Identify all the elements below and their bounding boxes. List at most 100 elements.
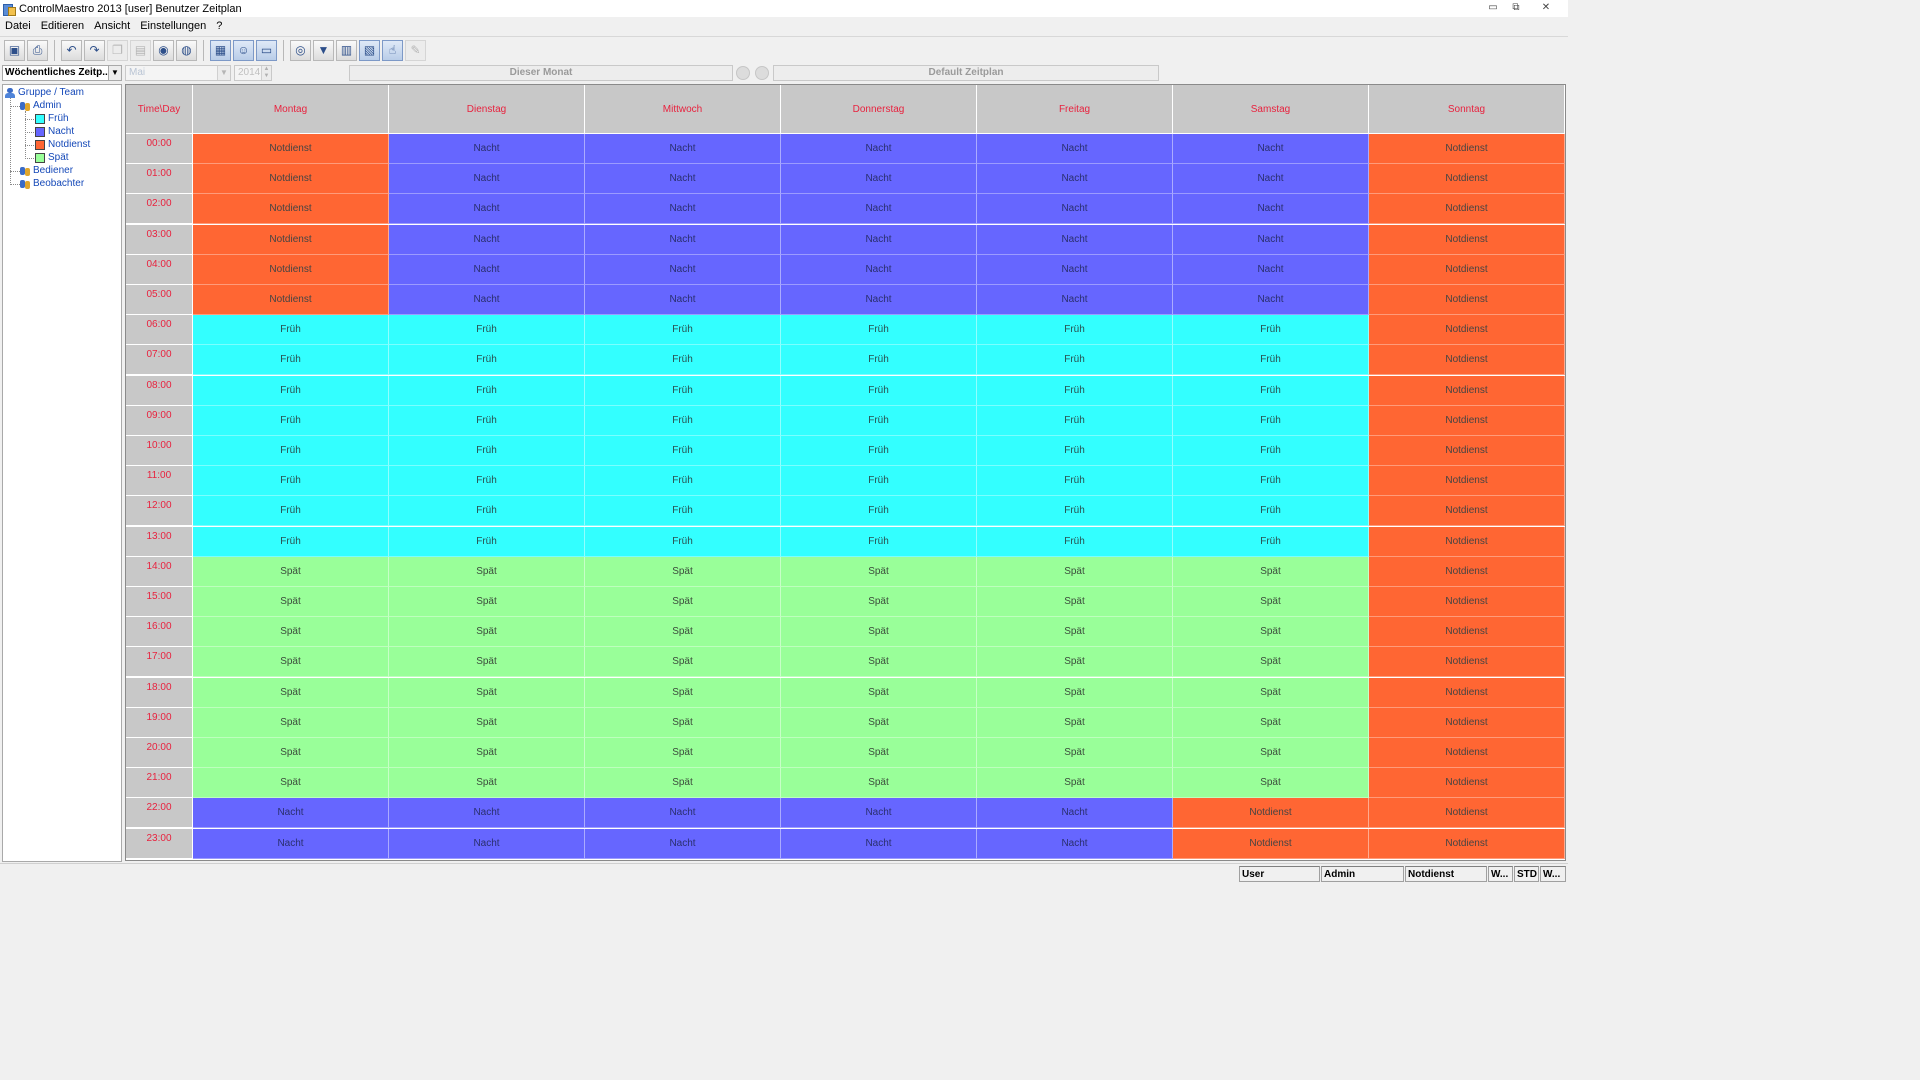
schedule-cell[interactable]: Notdienst bbox=[193, 164, 389, 195]
schedule-cell[interactable]: Früh bbox=[585, 466, 781, 497]
schedule-cell[interactable]: Nacht bbox=[977, 798, 1173, 829]
schedule-cell[interactable]: Spät bbox=[781, 587, 977, 617]
schedule-cell[interactable]: Spät bbox=[585, 677, 781, 708]
schedule-cell[interactable]: Früh bbox=[977, 466, 1173, 497]
schedule-cell[interactable]: Spät bbox=[781, 738, 977, 768]
schedule-cell[interactable]: Früh bbox=[977, 526, 1173, 557]
schedule-cell[interactable]: Früh bbox=[781, 375, 977, 406]
schedule-cell[interactable]: Nacht bbox=[1173, 164, 1369, 195]
chevron-down-icon[interactable]: ▼ bbox=[108, 66, 121, 80]
schedule-cell[interactable]: Früh bbox=[1173, 345, 1369, 376]
schedule-cell[interactable]: Nacht bbox=[781, 194, 977, 225]
schedule-cell[interactable]: Nacht bbox=[977, 224, 1173, 255]
default-schedule-button[interactable]: Default Zeitplan bbox=[773, 65, 1159, 81]
schedule-cell[interactable]: Notdienst bbox=[1173, 828, 1369, 859]
schedule-cell[interactable]: Früh bbox=[193, 526, 389, 557]
pen-button[interactable]: ✎ bbox=[405, 39, 426, 61]
schedule-cell[interactable]: Nacht bbox=[193, 798, 389, 829]
filter-button[interactable]: ▼ bbox=[313, 39, 334, 61]
schedule-cell[interactable]: Nacht bbox=[585, 828, 781, 859]
schedule-cell[interactable]: Spät bbox=[1173, 647, 1369, 678]
schedule-cell[interactable]: Notdienst bbox=[1369, 647, 1565, 678]
schedule-cell[interactable]: Spät bbox=[977, 707, 1173, 738]
tree-root[interactable]: Gruppe / Team bbox=[5, 86, 84, 99]
schedule-cell[interactable]: Notdienst bbox=[1369, 798, 1565, 829]
schedule-cell[interactable]: Früh bbox=[389, 466, 585, 497]
schedule-cell[interactable]: Spät bbox=[781, 707, 977, 738]
schedule-cell[interactable]: Früh bbox=[1173, 496, 1369, 527]
schedule-cell[interactable]: Spät bbox=[977, 738, 1173, 768]
schedule-cell[interactable]: Nacht bbox=[585, 164, 781, 195]
tree-item-notdienst[interactable]: Notdienst bbox=[35, 138, 90, 151]
schedule-cell[interactable]: Spät bbox=[1173, 738, 1369, 768]
print-button[interactable]: ⎙ bbox=[27, 39, 48, 61]
schedule-cell[interactable]: Früh bbox=[977, 375, 1173, 406]
schedule-cell[interactable]: Früh bbox=[1173, 375, 1369, 406]
schedule-cell[interactable]: Nacht bbox=[781, 164, 977, 195]
schedule-cell[interactable]: Spät bbox=[781, 677, 977, 708]
schedule-cell[interactable]: Notdienst bbox=[1369, 254, 1565, 285]
schedule-cell[interactable]: Spät bbox=[389, 677, 585, 708]
globe-button[interactable]: ◎ bbox=[290, 39, 311, 61]
schedule-cell[interactable]: Nacht bbox=[1173, 254, 1369, 285]
schedule-cell[interactable]: Nacht bbox=[585, 798, 781, 829]
schedule-cell[interactable]: Früh bbox=[1173, 436, 1369, 466]
schedule-cell[interactable]: Notdienst bbox=[1369, 768, 1565, 799]
tree-item-nacht[interactable]: Nacht bbox=[35, 125, 74, 138]
tree-item-frueh[interactable]: Früh bbox=[35, 112, 69, 125]
schedule-cell[interactable]: Notdienst bbox=[193, 134, 389, 164]
schedule-cell[interactable]: Spät bbox=[977, 617, 1173, 648]
menu-datei[interactable]: Datei bbox=[0, 18, 36, 35]
schedule-cell[interactable]: Spät bbox=[781, 647, 977, 678]
schedule-cell[interactable]: Nacht bbox=[977, 285, 1173, 315]
schedule-cell[interactable]: Spät bbox=[781, 556, 977, 587]
schedule-cell[interactable]: Früh bbox=[389, 405, 585, 436]
previous-icon[interactable] bbox=[736, 66, 750, 80]
schedule-cell[interactable]: Nacht bbox=[977, 828, 1173, 859]
schedule-cell[interactable]: Früh bbox=[193, 496, 389, 527]
schedule-cell[interactable]: Nacht bbox=[389, 134, 585, 164]
schedule-cell[interactable]: Notdienst bbox=[193, 194, 389, 225]
schedule-cell[interactable]: Früh bbox=[389, 436, 585, 466]
menu-editieren[interactable]: Editieren bbox=[36, 18, 89, 35]
schedule-cell[interactable]: Früh bbox=[781, 345, 977, 376]
schedule-cell[interactable]: Spät bbox=[1173, 768, 1369, 799]
schedule-cell[interactable]: Spät bbox=[389, 587, 585, 617]
schedule-cell[interactable]: Spät bbox=[977, 768, 1173, 799]
schedule-cell[interactable]: Früh bbox=[781, 405, 977, 436]
schedule-cell[interactable]: Früh bbox=[977, 405, 1173, 436]
schedule-cell[interactable]: Spät bbox=[193, 587, 389, 617]
schedule-cell[interactable]: Notdienst bbox=[193, 285, 389, 315]
schedule-cell[interactable]: Notdienst bbox=[1369, 375, 1565, 406]
schedule-cell[interactable]: Spät bbox=[389, 738, 585, 768]
schedule-cell[interactable]: Früh bbox=[781, 315, 977, 346]
schedule-cell[interactable]: Nacht bbox=[977, 134, 1173, 164]
schedule-cell[interactable]: Notdienst bbox=[1369, 526, 1565, 557]
schedule-cell[interactable]: Früh bbox=[193, 436, 389, 466]
schedule-cell[interactable]: Früh bbox=[585, 496, 781, 527]
next-icon[interactable] bbox=[755, 66, 769, 80]
schedule-cell[interactable]: Spät bbox=[193, 768, 389, 799]
schedule-cell[interactable]: Früh bbox=[1173, 466, 1369, 497]
schedule-cell[interactable]: Spät bbox=[781, 617, 977, 648]
schedule-cell[interactable]: Nacht bbox=[585, 224, 781, 255]
schedule-cell[interactable]: Nacht bbox=[585, 134, 781, 164]
schedule-cell[interactable]: Nacht bbox=[977, 254, 1173, 285]
undo-button[interactable]: ↶ bbox=[61, 39, 82, 61]
schedule-cell[interactable]: Früh bbox=[389, 375, 585, 406]
schedule-cell[interactable]: Nacht bbox=[1173, 285, 1369, 315]
schedule-cell[interactable]: Nacht bbox=[781, 224, 977, 255]
schedule-cell[interactable]: Spät bbox=[977, 677, 1173, 708]
schedule-cell[interactable]: Nacht bbox=[193, 828, 389, 859]
schedule-cell[interactable]: Nacht bbox=[389, 828, 585, 859]
schedule-cell[interactable]: Notdienst bbox=[1173, 798, 1369, 829]
schedule-cell[interactable]: Früh bbox=[389, 496, 585, 527]
schedule-cell[interactable]: Spät bbox=[585, 617, 781, 648]
schedule-cell[interactable]: Spät bbox=[389, 556, 585, 587]
paste-button[interactable]: ▤ bbox=[130, 39, 151, 61]
schedule-cell[interactable]: Spät bbox=[585, 587, 781, 617]
schedule-cell[interactable]: Spät bbox=[977, 587, 1173, 617]
schedule-cell[interactable]: Nacht bbox=[977, 164, 1173, 195]
schedule-cell[interactable]: Nacht bbox=[781, 285, 977, 315]
menu-einstellungen[interactable]: Einstellungen bbox=[135, 18, 211, 35]
